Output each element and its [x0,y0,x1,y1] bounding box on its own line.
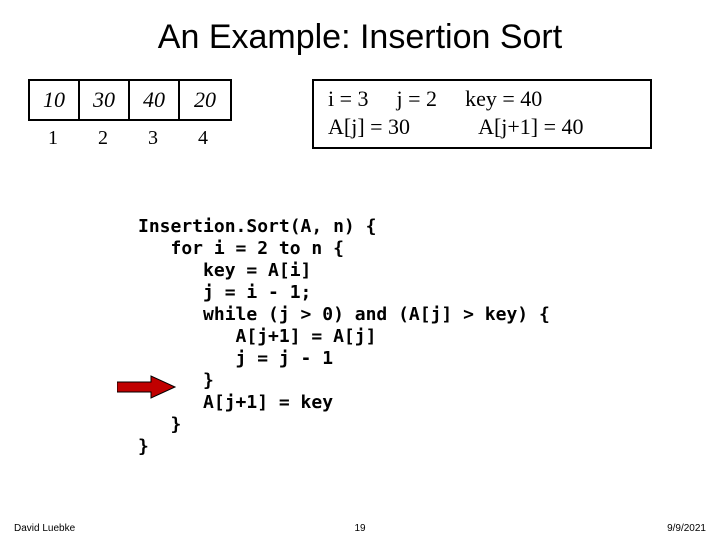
index-cell: 3 [128,127,178,150]
index-cell: 1 [28,127,78,150]
code-block: Insertion.Sort(A, n) { for i = 2 to n { … [0,172,720,524]
state-aj1: A[j+1] = 40 [478,113,583,141]
code-text: Insertion.Sort(A, n) { for i = 2 to n { … [138,216,720,458]
array-table: 10 30 40 20 [28,79,232,121]
state-i: i = 3 [328,85,369,113]
slide: An Example: Insertion Sort 10 30 40 20 1… [0,0,720,540]
array-block: 10 30 40 20 1 2 3 4 [28,79,232,150]
page-title: An Example: Insertion Sort [0,0,720,57]
array-cell: 20 [180,81,230,119]
state-key: key = 40 [465,85,542,113]
footer: David Luebke 19 9/9/2021 [0,523,720,534]
state-row-2: A[j] = 30 A[j+1] = 40 [328,113,636,141]
index-cell: 4 [178,127,228,150]
footer-page: 19 [354,523,365,534]
state-box: i = 3 j = 2 key = 40 A[j] = 30 A[j+1] = … [312,79,652,149]
index-cell: 2 [78,127,128,150]
state-aj: A[j] = 30 [328,113,410,141]
top-row: 10 30 40 20 1 2 3 4 i = 3 j = 2 key = 40… [0,79,720,150]
footer-author: David Luebke [14,523,75,534]
index-row: 1 2 3 4 [28,127,232,150]
footer-date: 9/9/2021 [667,523,706,534]
state-j: j = 2 [397,85,438,113]
pointer-arrow-icon [52,352,112,378]
array-cell: 30 [80,81,130,119]
state-row-1: i = 3 j = 2 key = 40 [328,85,636,113]
array-cell: 10 [30,81,80,119]
array-cell: 40 [130,81,180,119]
